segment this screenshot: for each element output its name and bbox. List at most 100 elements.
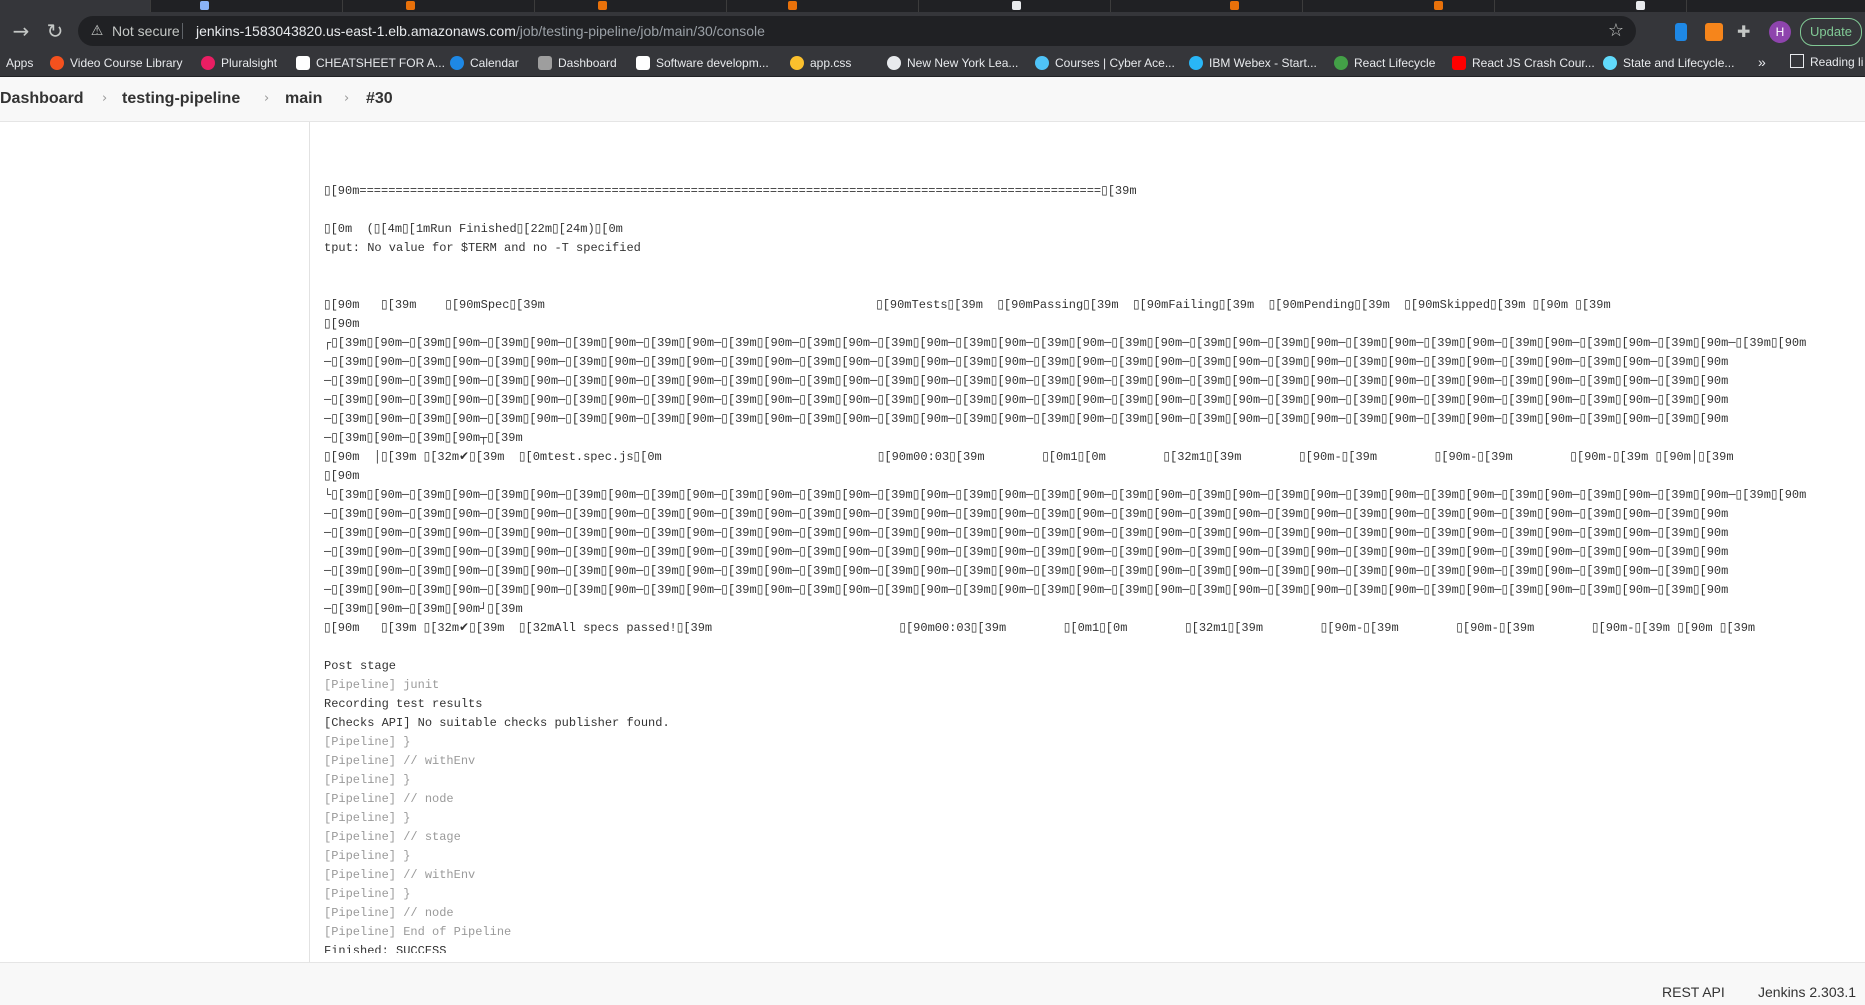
jenkins-version-link[interactable]: Jenkins 2.303.1	[1758, 984, 1856, 1000]
forward-arrow-icon[interactable]: →	[8, 18, 34, 44]
bookmark-label: Pluralsight	[221, 56, 278, 70]
browser-tab[interactable]	[0, 0, 151, 12]
console-line: └▯[39m▯[90m─▯[39m▯[90m─▯[39m▯[90m─▯[39m▯…	[324, 488, 1807, 502]
bookmarks-bar: Apps Video Course Library Pluralsight CH…	[0, 50, 1865, 77]
console-line: [Pipeline] // withEnv	[324, 868, 476, 882]
bookmark-item[interactable]: Dashboard	[538, 54, 617, 72]
console-line: ─▯[39m▯[90m─▯[39m▯[90m┘▯[39m	[324, 602, 523, 616]
amazon-icon	[636, 56, 650, 70]
console-line: ─▯[39m▯[90m─▯[39m▯[90m─▯[39m▯[90m─▯[39m▯…	[324, 545, 1729, 559]
bookmarks-overflow-chevron-icon[interactable]: »	[1758, 54, 1766, 70]
tab-favicon-icon	[788, 1, 797, 10]
bookmark-item[interactable]: Video Course Library	[50, 54, 183, 72]
dashboard-icon	[538, 56, 552, 70]
update-button[interactable]: Update	[1800, 18, 1862, 46]
console-line: ─▯[39m▯[90m─▯[39m▯[90m─▯[39m▯[90m─▯[39m▯…	[324, 412, 1729, 426]
console-line: [Pipeline] }	[324, 849, 411, 863]
address-divider	[182, 23, 183, 39]
bookmark-label: New New York Lea...	[907, 56, 1019, 70]
reading-list-button[interactable]: Reading li	[1790, 54, 1863, 69]
console-line: ▯[0m (▯[4m▯[1mRun Finished▯[22m▯[24m)▯[0…	[324, 222, 623, 236]
console-line: ─▯[39m▯[90m─▯[39m▯[90m─▯[39m▯[90m─▯[39m▯…	[324, 355, 1729, 369]
tab-favicon-icon	[1012, 1, 1021, 10]
rest-api-link[interactable]: REST API	[1662, 984, 1725, 1000]
bookmark-item[interactable]: CHEATSHEET FOR A...	[296, 54, 445, 72]
browser-tab[interactable]	[1496, 0, 1687, 12]
address-bar[interactable]: ⚠ Not secure jenkins-1583043820.us-east-…	[78, 16, 1636, 46]
console-line: [Pipeline] }	[324, 773, 411, 787]
browser-tab[interactable]	[344, 0, 535, 12]
breadcrumb-dashboard[interactable]: Dashboard	[0, 90, 84, 108]
bookmark-label: CHEATSHEET FOR A...	[316, 56, 445, 70]
bookmark-item[interactable]: New New York Lea...	[887, 54, 1018, 72]
browser-tab-strip	[0, 0, 1865, 12]
url-path: /job/testing-pipeline/job/main/30/consol…	[515, 23, 765, 39]
console-line: [Pipeline] // node	[324, 906, 454, 920]
bookmark-label: Apps	[6, 56, 34, 70]
reload-icon[interactable]: ↻	[42, 18, 68, 44]
bookmark-item[interactable]: Calendar	[450, 54, 519, 72]
breadcrumb-testing-pipeline[interactable]: testing-pipeline	[122, 90, 240, 108]
browser-tab[interactable]	[536, 0, 727, 12]
console-line: ─▯[39m▯[90m─▯[39m▯[90m─▯[39m▯[90m─▯[39m▯…	[324, 564, 1729, 578]
bookmark-item[interactable]: Pluralsight	[201, 54, 277, 72]
browser-tab[interactable]	[728, 0, 919, 12]
browser-tab[interactable]	[152, 0, 343, 12]
breadcrumb-main[interactable]: main	[285, 90, 322, 108]
bookmark-item[interactable]: React Lifecycle	[1334, 54, 1435, 72]
reading-list-label: Reading li	[1810, 55, 1864, 69]
bookmark-label: Video Course Library	[70, 56, 183, 70]
bookmark-label: IBM Webex - Start...	[1209, 56, 1317, 70]
console-line: ▯[90m ▯[39m ▯[32m✔▯[39m ▯[32mAll specs p…	[324, 621, 1756, 635]
bookmark-label: State and Lifecycle...	[1623, 56, 1735, 70]
warning-triangle-icon[interactable]: ⚠	[88, 22, 106, 40]
console-line: Post stage	[324, 659, 397, 673]
console-line: [Pipeline] // withEnv	[324, 754, 476, 768]
extension-icon[interactable]	[1675, 23, 1687, 41]
bookmark-item[interactable]: State and Lifecycle...	[1603, 54, 1734, 72]
tab-favicon-icon	[200, 1, 209, 10]
url-host: jenkins-1583043820.us-east-1.elb.amazona…	[196, 23, 516, 39]
console-line: Finished: SUCCESS	[324, 944, 447, 953]
console-line: [Pipeline] // node	[324, 792, 454, 806]
video-course-icon	[50, 56, 64, 70]
console-line: [Pipeline] junit	[324, 678, 440, 692]
browser-tab[interactable]	[920, 0, 1111, 12]
bookmark-item[interactable]: Apps	[6, 54, 33, 72]
console-line: [Pipeline] }	[324, 887, 411, 901]
security-status[interactable]: Not secure	[112, 23, 180, 39]
browser-tab[interactable]	[1112, 0, 1303, 12]
bookmark-item[interactable]: Software developm...	[636, 54, 769, 72]
console-line: [Pipeline] }	[324, 735, 411, 749]
bookmark-item[interactable]: IBM Webex - Start...	[1189, 54, 1317, 72]
extensions-puzzle-icon[interactable]: ✚	[1737, 23, 1755, 41]
react-lifecycle-icon	[1334, 56, 1348, 70]
profile-avatar[interactable]: H	[1769, 21, 1791, 43]
browser-tab[interactable]	[1688, 0, 1865, 12]
tab-favicon-icon	[1230, 1, 1239, 10]
bookmark-item[interactable]: app.css	[790, 54, 851, 72]
star-badge-icon	[1035, 56, 1049, 70]
metamask-fox-icon[interactable]	[1705, 23, 1723, 41]
reading-list-icon	[1790, 54, 1804, 68]
console-output: ▯[90m===================================…	[324, 163, 1864, 953]
bookmark-item[interactable]: Courses | Cyber Ace...	[1035, 54, 1175, 72]
bookmark-label: Dashboard	[558, 56, 617, 70]
calendar-icon	[450, 56, 464, 70]
console-line: ▯[90m ▯[39m ▯[90mSpec▯[39m ▯[90mTests▯[3…	[324, 298, 1611, 312]
breadcrumb-build-number[interactable]: #30	[366, 90, 393, 108]
console-line: ─▯[39m▯[90m─▯[39m▯[90m─▯[39m▯[90m─▯[39m▯…	[324, 583, 1729, 597]
url-text[interactable]: jenkins-1583043820.us-east-1.elb.amazona…	[196, 23, 765, 39]
react-icon	[1603, 56, 1617, 70]
console-line: ─▯[39m▯[90m─▯[39m▯[90m─▯[39m▯[90m─▯[39m▯…	[324, 507, 1729, 521]
webex-icon	[1189, 56, 1203, 70]
bookmark-star-icon[interactable]: ☆	[1608, 20, 1624, 41]
breadcrumb-separator-icon: ›	[264, 91, 270, 106]
bookmark-item[interactable]: React JS Crash Cour...	[1452, 54, 1595, 72]
console-line: [Pipeline] // stage	[324, 830, 461, 844]
browser-tab[interactable]	[1304, 0, 1495, 12]
youtube-icon	[1452, 56, 1466, 70]
app-css-icon	[790, 56, 804, 70]
